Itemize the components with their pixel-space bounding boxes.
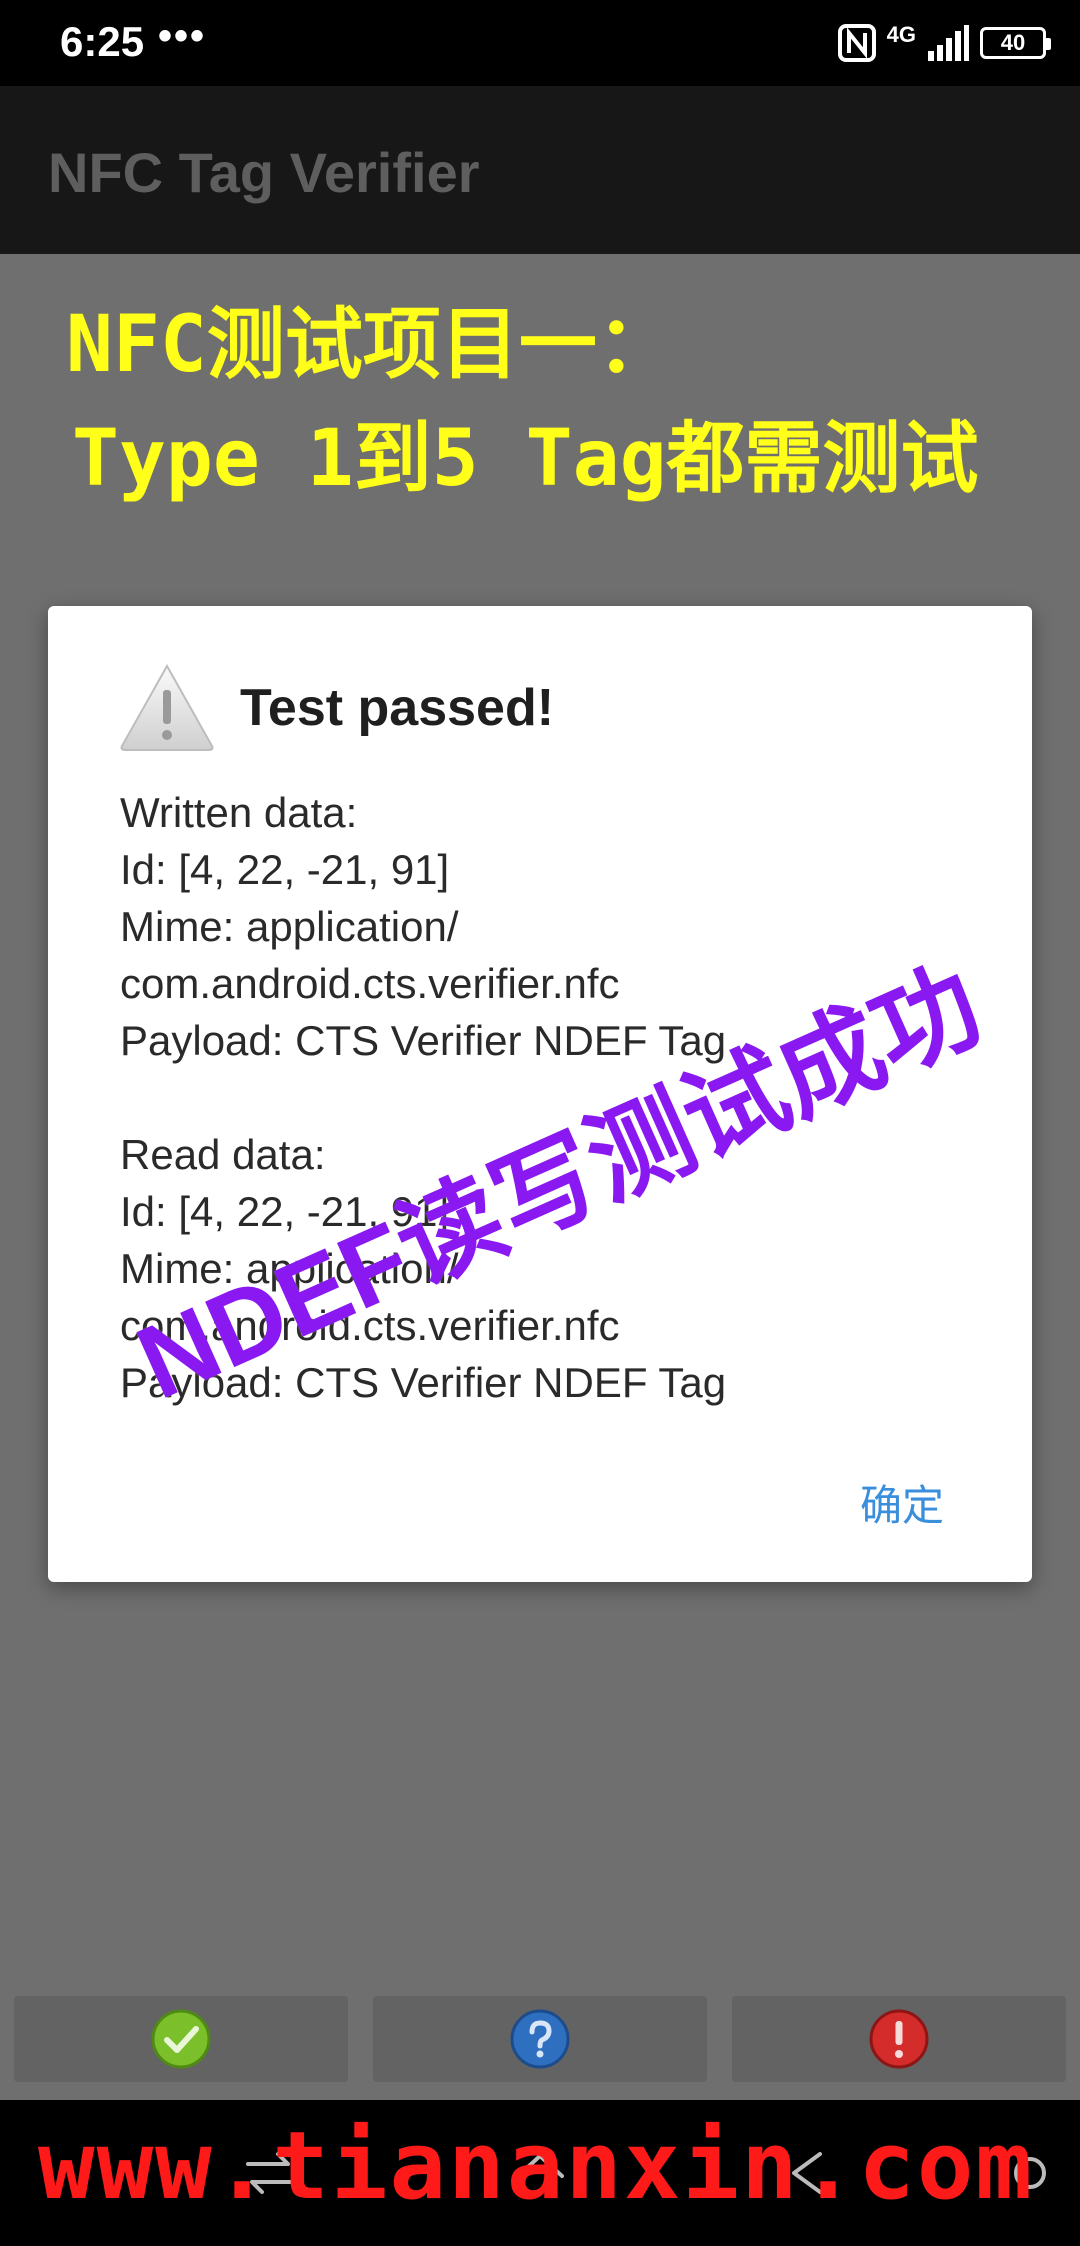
network-type-label: 4G [886,22,916,47]
status-more-dots: ••• [158,14,207,58]
status-bar: 6:25 ••• 4G 40 [0,0,1080,86]
written-data-id: Id: [4, 22, -21, 91] [120,846,450,893]
website-watermark: www.tiananxin.com [38,2112,1035,2221]
pass-button[interactable] [14,1996,348,2082]
app-title: NFC Tag Verifier [48,141,480,204]
screen: 6:25 ••• 4G 40 NFC Tag Verifier NFC测试项目一… [0,0,1080,2246]
status-time: 6:25 [60,18,145,65]
nfc-icon [837,24,876,62]
dialog-title: Test passed! [240,679,555,737]
info-button[interactable] [373,1996,707,2082]
status-icons: 4G 40 [837,20,1051,66]
question-icon [510,2009,570,2069]
caption-line-1: NFC测试项目一： [66,300,675,390]
app-bar: NFC Tag Verifier [0,86,1080,254]
exclamation-icon [869,2009,929,2069]
fail-button[interactable] [732,1996,1066,2082]
battery-level: 40 [1000,30,1026,55]
check-icon [151,2009,211,2069]
battery-icon: 40 [980,27,1051,59]
warning-icon [120,663,214,751]
written-data-header: Written data: [120,789,358,836]
written-data-mime: Mime: application/ [120,903,459,950]
signal-icon [928,25,969,61]
ok-button[interactable]: 确定 [860,1472,944,1533]
caption-line-2: Type 1到5 Tag都需测试 [72,414,979,504]
